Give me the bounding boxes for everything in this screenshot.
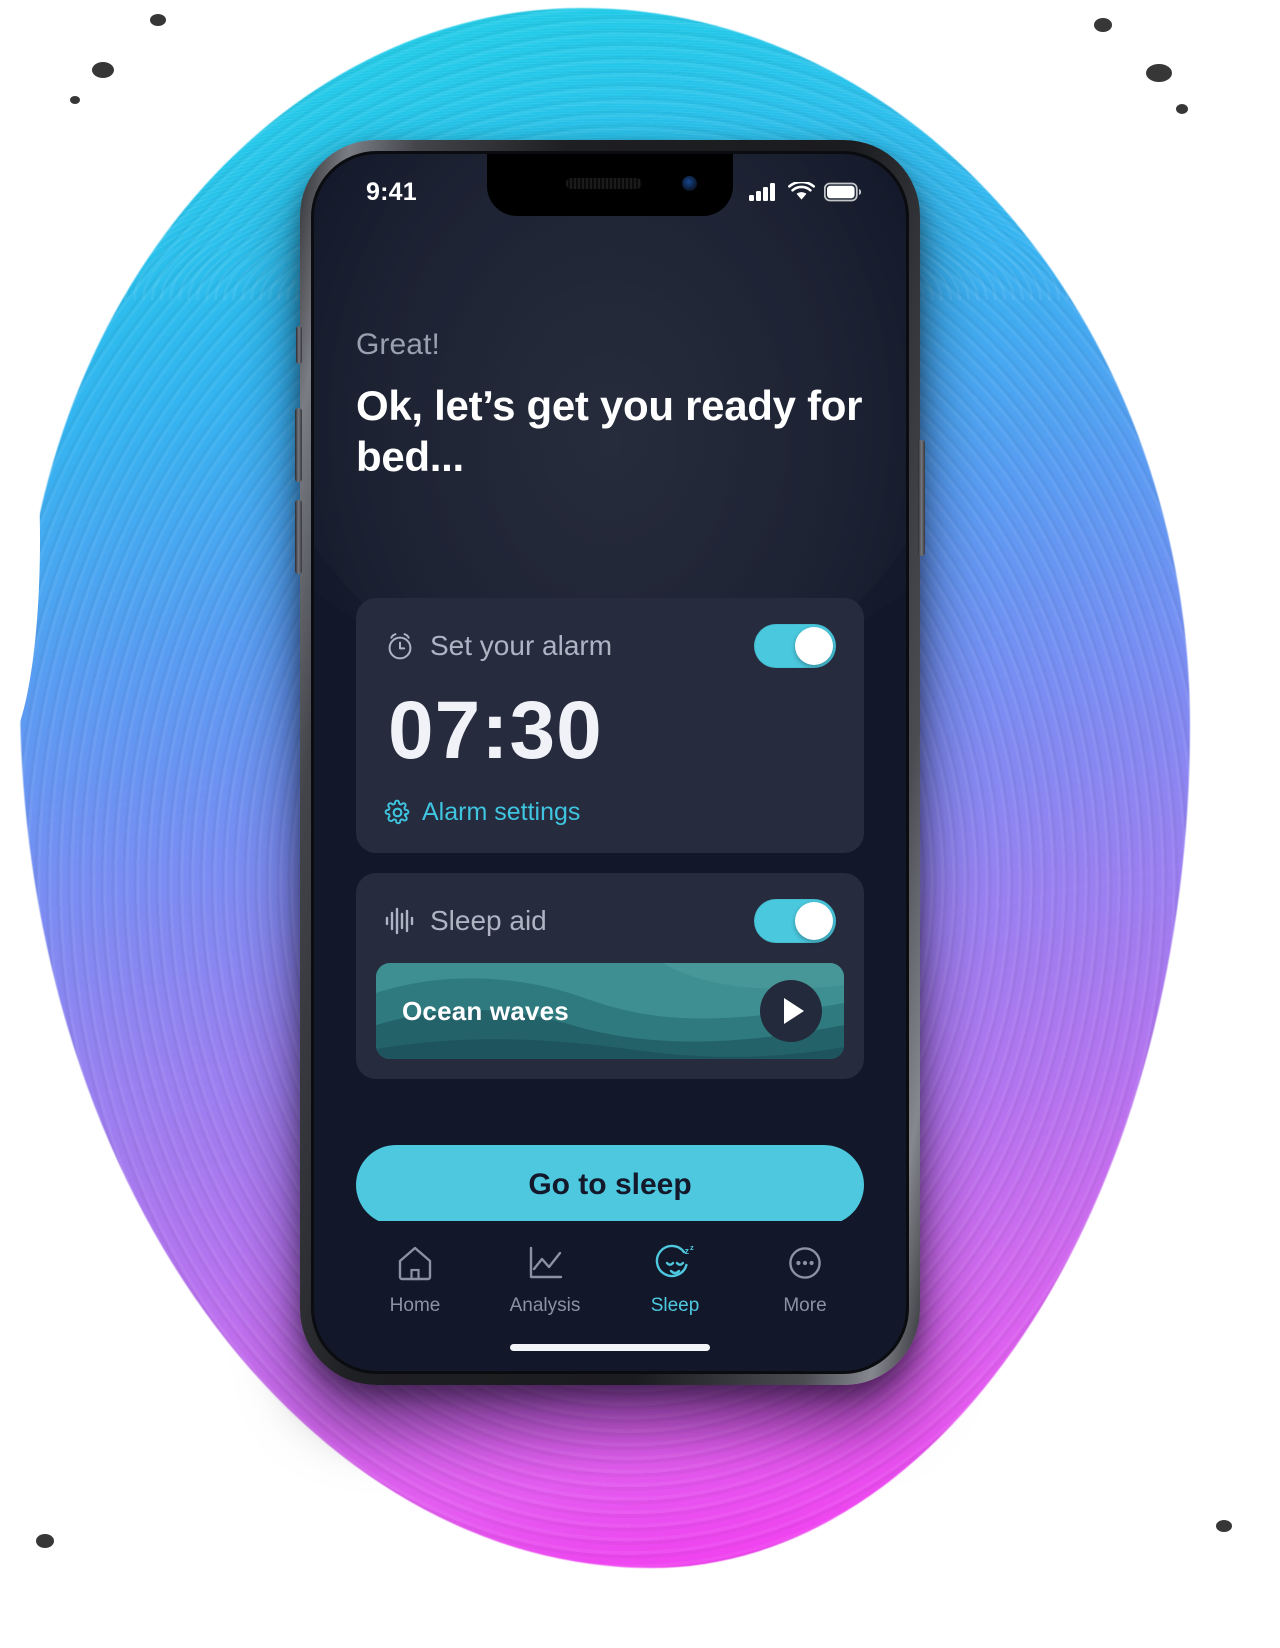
tab-more[interactable]: More xyxy=(740,1243,870,1317)
play-button[interactable] xyxy=(760,980,822,1043)
alarm-settings-link[interactable]: Alarm settings xyxy=(384,798,836,827)
volume-down-button[interactable] xyxy=(295,500,302,574)
alarm-card-title: Set your alarm xyxy=(430,630,613,662)
status-indicators xyxy=(749,182,862,202)
sound-wave-icon xyxy=(385,908,414,935)
tab-home[interactable]: Home xyxy=(350,1243,480,1317)
tab-sleep-label: Sleep xyxy=(650,1295,700,1316)
paper-cut-bottom-right xyxy=(1050,1398,1280,1648)
go-to-sleep-button[interactable]: Go to sleep xyxy=(356,1145,864,1226)
speckle xyxy=(150,14,166,26)
sound-name-label: Ocean waves xyxy=(402,995,569,1026)
sleep-aid-toggle[interactable] xyxy=(754,899,836,944)
sleep-aid-card: Sleep aid Ocean waves xyxy=(356,873,864,1080)
sleep-aid-title: Sleep aid xyxy=(430,905,547,937)
ellipsis-circle-icon xyxy=(789,1247,821,1279)
status-bar: 9:41 xyxy=(314,154,906,216)
line-chart-icon xyxy=(529,1246,563,1279)
power-button[interactable] xyxy=(918,440,925,556)
wifi-icon xyxy=(788,182,815,200)
screen-content: Great! Ok, let’s get you ready for bed..… xyxy=(314,216,906,1371)
alarm-card-title-group: Set your alarm xyxy=(384,630,612,662)
sleep-aid-title-group: Sleep aid xyxy=(384,905,547,937)
alarm-toggle[interactable] xyxy=(754,624,836,669)
sound-tile-ocean-waves[interactable]: Ocean waves xyxy=(376,963,844,1060)
home-indicator[interactable] xyxy=(510,1344,710,1351)
phone-device: 9:41 Great! Ok, let’s get you ready for … xyxy=(295,140,925,1385)
alarm-toggle-knob xyxy=(795,627,833,666)
alarm-clock-icon xyxy=(388,633,412,660)
alarm-card-header: Set your alarm xyxy=(384,624,836,669)
sleep-aid-header: Sleep aid xyxy=(376,899,844,944)
svg-text:z: z xyxy=(685,1246,690,1256)
sleeping-face-icon: z z xyxy=(655,1243,694,1278)
paper-cut-bottom-left xyxy=(0,1358,240,1648)
page-title: Ok, let’s get you ready for bed... xyxy=(356,382,863,481)
screenshot-stage: 9:41 Great! Ok, let’s get you ready for … xyxy=(0,0,1280,1648)
alarm-settings-label: Alarm settings xyxy=(422,798,581,827)
volume-up-button[interactable] xyxy=(295,408,302,482)
speckle xyxy=(1176,104,1188,114)
speckle xyxy=(1216,1520,1232,1532)
home-icon xyxy=(398,1246,432,1281)
signal-bars-icon xyxy=(749,183,775,201)
tab-analysis[interactable]: Analysis xyxy=(480,1243,610,1317)
gear-icon xyxy=(384,800,410,825)
silent-switch[interactable] xyxy=(296,326,302,364)
tab-sleep[interactable]: z z Sleep xyxy=(610,1243,740,1317)
speckle xyxy=(36,1534,54,1548)
status-time: 9:41 xyxy=(366,177,417,206)
battery-full-icon xyxy=(824,182,862,202)
greeting-eyebrow: Great! xyxy=(356,328,440,361)
phone-bezel: 9:41 Great! Ok, let’s get you ready for … xyxy=(311,151,909,1374)
alarm-time-value[interactable]: 07:30 xyxy=(388,690,836,772)
tab-home-label: Home xyxy=(389,1295,441,1316)
speckle xyxy=(1094,18,1112,32)
tab-analysis-label: Analysis xyxy=(509,1295,581,1316)
svg-text:z: z xyxy=(690,1243,694,1252)
sleep-aid-toggle-knob xyxy=(795,902,833,941)
phone-screen: 9:41 Great! Ok, let’s get you ready for … xyxy=(314,154,906,1371)
alarm-card: Set your alarm 07:30 Alarm settings xyxy=(356,598,864,854)
play-icon xyxy=(783,998,804,1025)
speckle xyxy=(1146,64,1172,82)
speckle xyxy=(70,96,80,104)
tab-more-label: More xyxy=(783,1295,827,1316)
speckle xyxy=(92,62,114,78)
